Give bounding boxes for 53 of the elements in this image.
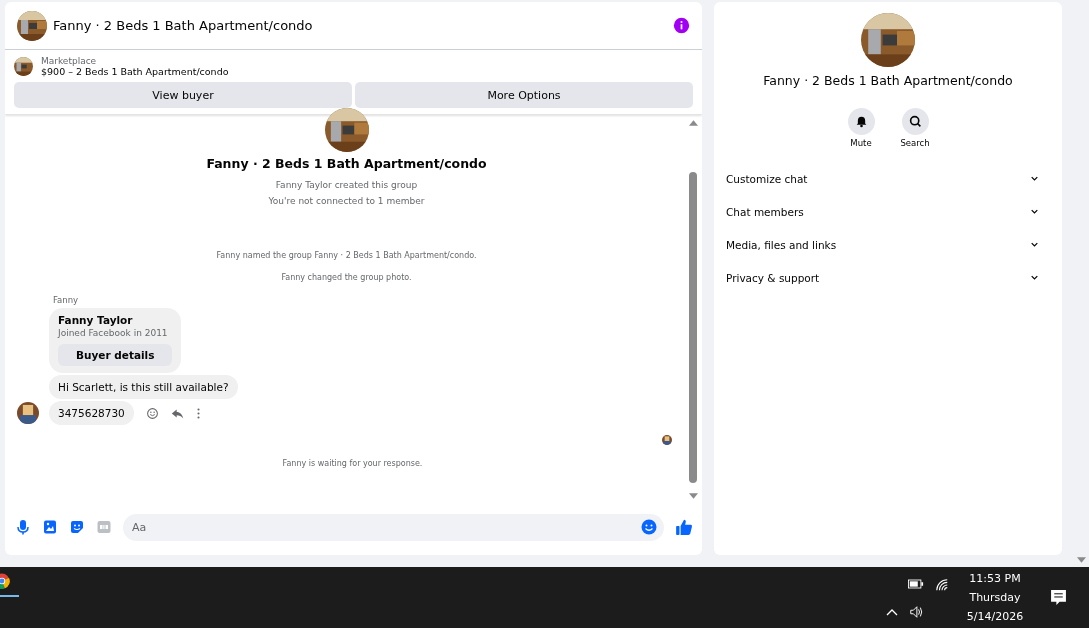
group-info: Fanny Taylor created this group (275, 179, 418, 192)
thumbs-up-icon[interactable] (675, 518, 693, 536)
more-icon[interactable] (195, 406, 201, 420)
action-button[interactable] (901, 108, 929, 135)
message-bubble: 3475628730 (49, 401, 134, 425)
chat-name: Fanny · 2 Beds 1 Bath Apartment/condo (763, 73, 1013, 88)
group-title: Fanny · 2 Beds 1 Bath Apartment/condo (206, 156, 487, 171)
profile-name: Fanny Taylor (58, 314, 133, 326)
notification-icon[interactable] (1050, 589, 1067, 606)
chat-title: Fanny · 2 Beds 1 Bath Apartment/condo (53, 18, 314, 33)
search-icon (908, 115, 922, 128)
emoji-icon[interactable] (641, 519, 657, 535)
scrollbar-thumb[interactable] (689, 172, 697, 483)
sticker-icon[interactable] (69, 519, 85, 535)
clock-date: 5/14/2026 (966, 609, 1024, 625)
smiley-icon[interactable] (145, 406, 159, 420)
bell-icon (854, 115, 868, 128)
microphone-icon[interactable] (15, 519, 31, 535)
action-label: Mute (850, 138, 872, 148)
clock-day: Thursday (969, 588, 1021, 607)
status-message: Fanny is waiting for your response. (281, 459, 424, 468)
chevron-icon (1031, 176, 1038, 181)
section-header[interactable]: Privacy & support (726, 261, 1050, 294)
action-button[interactable] (847, 108, 875, 135)
chevron-up-icon[interactable] (886, 607, 898, 616)
section-header[interactable]: Customize chat (726, 162, 1050, 195)
scroll-down-icon[interactable] (1077, 557, 1086, 563)
section-header[interactable]: Chat members (726, 195, 1050, 228)
battery-icon[interactable] (908, 576, 924, 591)
image-icon[interactable] (42, 519, 58, 535)
chevron-icon (1031, 209, 1038, 214)
wifi-icon[interactable] (934, 577, 950, 592)
clock-time: 11:53 PM (969, 571, 1021, 587)
listing-button[interactable]: View buyer (14, 82, 352, 108)
listing-source: Marketplace (41, 56, 98, 66)
buyer-details-button[interactable]: Buyer details (58, 344, 173, 366)
group-info: You're not connected to 1 member (268, 195, 425, 208)
message-bubble: Hi Scarlett, is this still available? (49, 375, 238, 399)
section-header[interactable]: Media, files and links (726, 228, 1050, 261)
speaker-icon[interactable] (908, 604, 924, 619)
system-message: Fanny named the group Fanny · 2 Beds 1 Bath Apartment/condo. (216, 250, 477, 262)
system-message: Fanny changed the group photo. (281, 272, 412, 284)
profile-subtitle: Joined Facebook in 2011 (58, 328, 168, 338)
chevron-icon (1031, 242, 1038, 247)
sender-name: Fanny (53, 295, 79, 305)
scroll-down-icon[interactable] (688, 493, 698, 499)
message-field[interactable]: Aa (123, 513, 664, 541)
chevron-icon (1031, 275, 1038, 280)
scroll-up-icon[interactable] (688, 120, 698, 126)
listing-title: $900 – 2 Beds 1 Bath Apartment/condo (41, 66, 229, 77)
info-icon[interactable] (673, 17, 690, 34)
action-label: Search (900, 138, 930, 148)
listing-button[interactable]: More Options (355, 82, 693, 108)
